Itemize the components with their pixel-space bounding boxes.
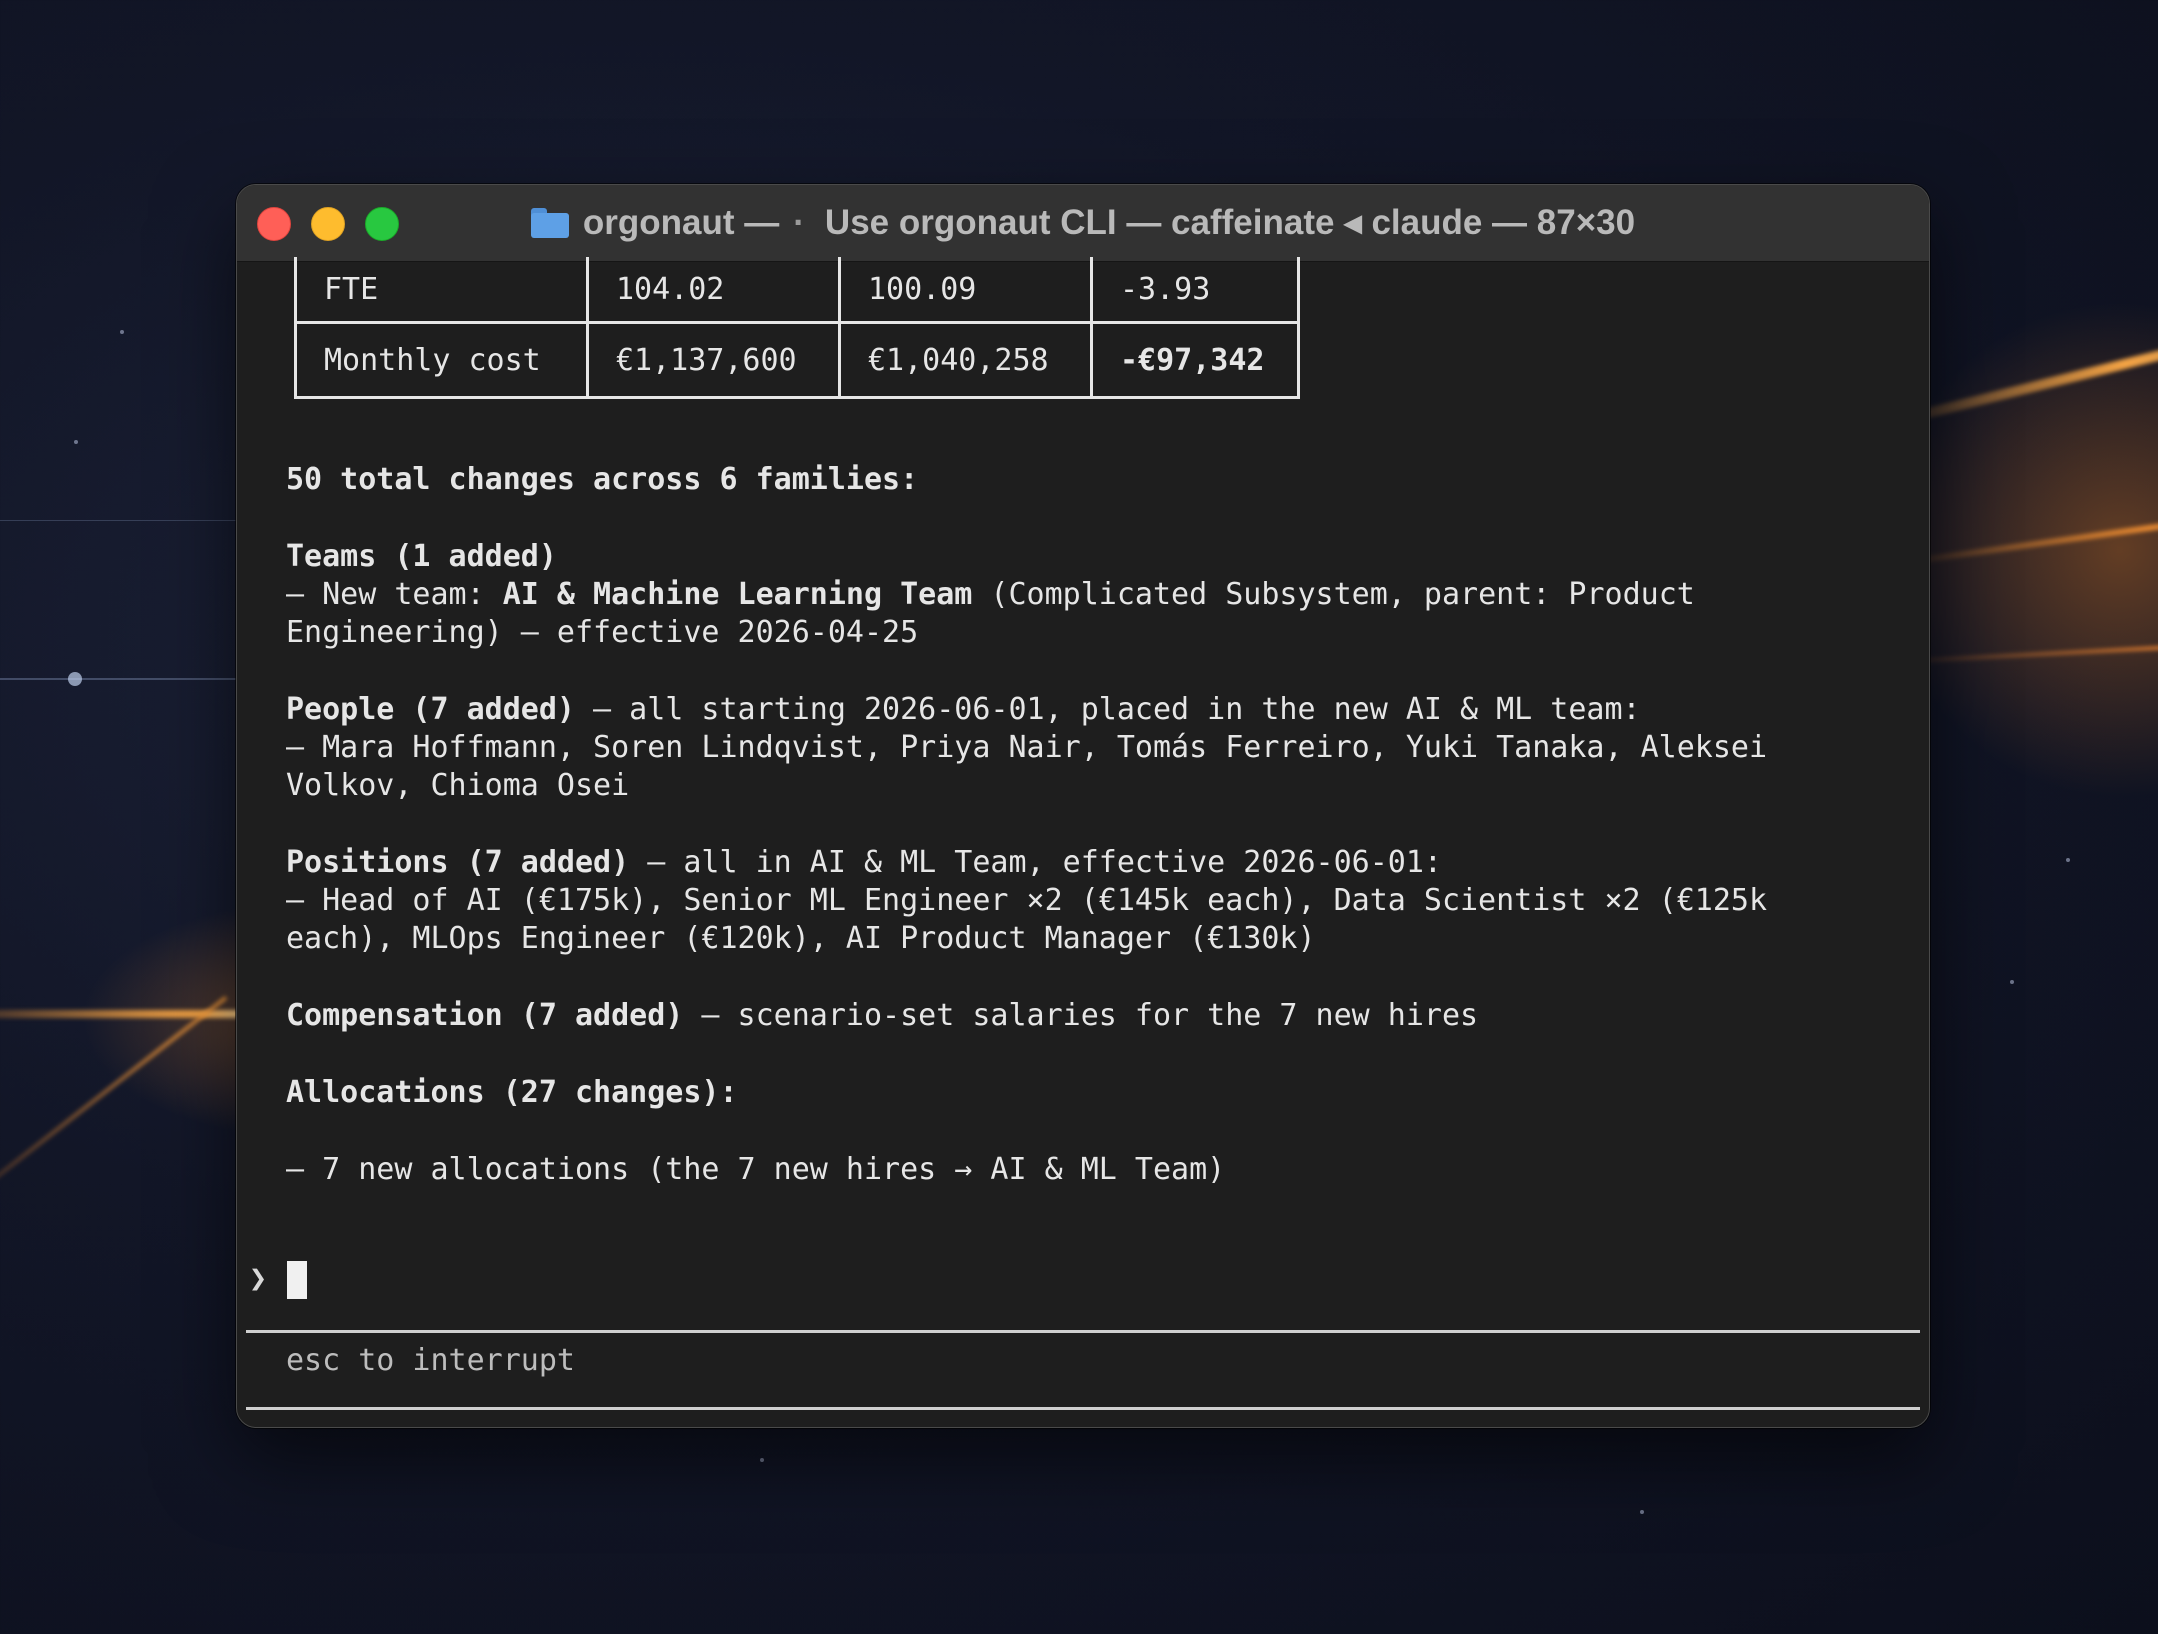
background-star <box>120 330 124 334</box>
teams-line-1-prefix: – New team: <box>286 577 503 612</box>
people-line-2: Volkov, Chioma Osei <box>286 768 630 803</box>
table-cell-after: 100.09 <box>838 257 1093 324</box>
teams-line-1-suffix: (Complicated Subsystem, parent: Product <box>972 577 1695 612</box>
title-separator-dot: · <box>793 203 805 242</box>
teams-heading: Teams (1 added) <box>286 539 557 574</box>
text-cursor[interactable] <box>287 1261 307 1299</box>
compensation-heading-line: Compensation (7 added) — scenario-set sa… <box>286 997 1478 1035</box>
background-dot <box>68 672 82 686</box>
prompt-caret-icon: ❯ <box>249 1261 268 1296</box>
title-process: Use orgonaut CLI — caffeinate ◂ claude —… <box>824 203 1636 242</box>
table-cell-delta: -€97,342 <box>1090 321 1300 399</box>
table-cell-before: 104.02 <box>586 257 841 324</box>
table-cell-after: €1,040,258 <box>838 321 1093 399</box>
table-cell-delta: -3.93 <box>1090 257 1300 324</box>
background-star <box>74 440 78 444</box>
table-cell-label: Monthly cost <box>294 321 589 399</box>
compensation-heading: Compensation (7 added) <box>286 998 684 1033</box>
positions-line-1: – Head of AI (€175k), Senior ML Engineer… <box>286 883 1768 918</box>
positions-heading-line: Positions (7 added) — all in AI & ML Tea… <box>286 844 1442 882</box>
background-star <box>1640 1510 1644 1514</box>
table-row: Monthly cost €1,137,600 €1,040,258 -€97,… <box>294 321 1300 399</box>
title-bar[interactable]: orgonaut — · Use orgonaut CLI — caffeina… <box>237 185 1929 262</box>
table-cell-before: €1,137,600 <box>586 321 841 399</box>
allocations-line-1: – 7 new allocations (the 7 new hires → A… <box>286 1152 1226 1187</box>
people-heading-line: People (7 added) — all starting 2026-06-… <box>286 691 1641 729</box>
positions-line-2: each), MLOps Engineer (€120k), AI Produc… <box>286 921 1316 956</box>
people-line-1: – Mara Hoffmann, Soren Lindqvist, Priya … <box>286 730 1768 765</box>
teams-line-1: – New team: AI & Machine Learning Team (… <box>286 576 1695 614</box>
background-star <box>2010 980 2014 984</box>
background-star <box>760 1458 764 1462</box>
people-heading-rest: — all starting 2026-06-01, placed in the… <box>574 692 1641 727</box>
allocations-heading: Allocations (27 changes): <box>286 1075 738 1110</box>
prompt-top-divider <box>246 1330 1920 1333</box>
people-heading: People (7 added) <box>286 692 575 727</box>
summary-heading: 50 total changes across 6 families: <box>286 462 919 497</box>
background-line <box>0 678 240 680</box>
table-cell-label: FTE <box>294 257 589 324</box>
table-row: FTE 104.02 100.09 -3.93 <box>294 257 1300 324</box>
terminal-window: orgonaut — · Use orgonaut CLI — caffeina… <box>236 184 1930 1428</box>
folder-icon <box>530 208 569 238</box>
compensation-heading-rest: — scenario-set salaries for the 7 new hi… <box>683 998 1479 1033</box>
cost-comparison-table: FTE 104.02 100.09 -3.93 Monthly cost €1,… <box>294 257 1300 399</box>
positions-heading-rest: — all in AI & ML Team, effective 2026-06… <box>629 845 1442 880</box>
new-team-name: AI & Machine Learning Team <box>502 577 973 612</box>
title-directory: orgonaut — <box>582 203 780 242</box>
terminal-output[interactable]: FTE 104.02 100.09 -3.93 Monthly cost €1,… <box>237 257 1929 1427</box>
prompt-bottom-divider <box>246 1407 1920 1410</box>
background-star <box>2066 858 2070 862</box>
window-title: orgonaut — · Use orgonaut CLI — caffeina… <box>237 185 1929 261</box>
teams-line-2: Engineering) — effective 2026-04-25 <box>286 615 919 650</box>
background-line <box>0 520 240 521</box>
positions-heading: Positions (7 added) <box>286 845 630 880</box>
interrupt-hint: esc to interrupt <box>286 1343 575 1378</box>
